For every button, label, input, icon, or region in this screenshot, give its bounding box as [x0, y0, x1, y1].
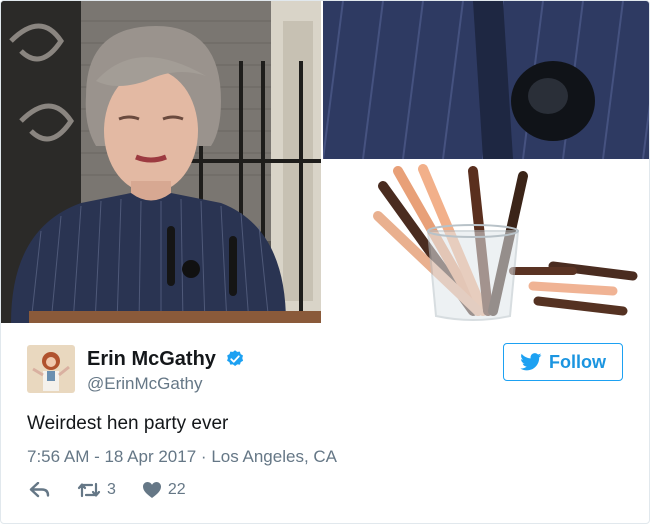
tweet-meta: 7:56 AM - 18 Apr 2017 · Los Angeles, CA [27, 447, 337, 467]
tweet-card: Erin McGathy @ErinMcGathy Follow Weirdes… [0, 0, 650, 524]
location[interactable]: Los Angeles, CA [211, 447, 337, 466]
timestamp[interactable]: 7:56 AM - 18 Apr 2017 [27, 447, 196, 466]
follow-button[interactable]: Follow [503, 343, 623, 381]
user-handle[interactable]: @ErinMcGathy [87, 373, 245, 395]
meta-separator: · [200, 447, 207, 466]
retweet-button[interactable]: 3 [77, 481, 116, 499]
tweet-text: Weirdest hen party ever [27, 413, 229, 434]
display-name[interactable]: Erin McGathy [87, 347, 216, 371]
tweet-header: Erin McGathy @ErinMcGathy Follow [27, 343, 623, 393]
author-names: Erin McGathy @ErinMcGathy [87, 347, 245, 395]
tweet-media-grid [1, 1, 649, 323]
avatar[interactable] [27, 345, 75, 393]
heart-icon [142, 482, 161, 498]
media-photo-straws[interactable] [323, 161, 649, 323]
like-count: 22 [167, 481, 186, 498]
reply-icon [29, 482, 50, 498]
bird-icon [520, 353, 542, 371]
media-photo-speaker[interactable] [1, 1, 323, 323]
tweet-actions: 3 22 [29, 481, 212, 499]
verified-badge-icon [225, 349, 245, 369]
follow-label: Follow [549, 351, 606, 372]
retweet-count: 3 [107, 481, 116, 498]
like-button[interactable]: 22 [142, 481, 186, 499]
reply-button[interactable] [29, 482, 51, 498]
media-photo-closeup[interactable] [323, 1, 649, 161]
retweet-icon [77, 482, 101, 498]
